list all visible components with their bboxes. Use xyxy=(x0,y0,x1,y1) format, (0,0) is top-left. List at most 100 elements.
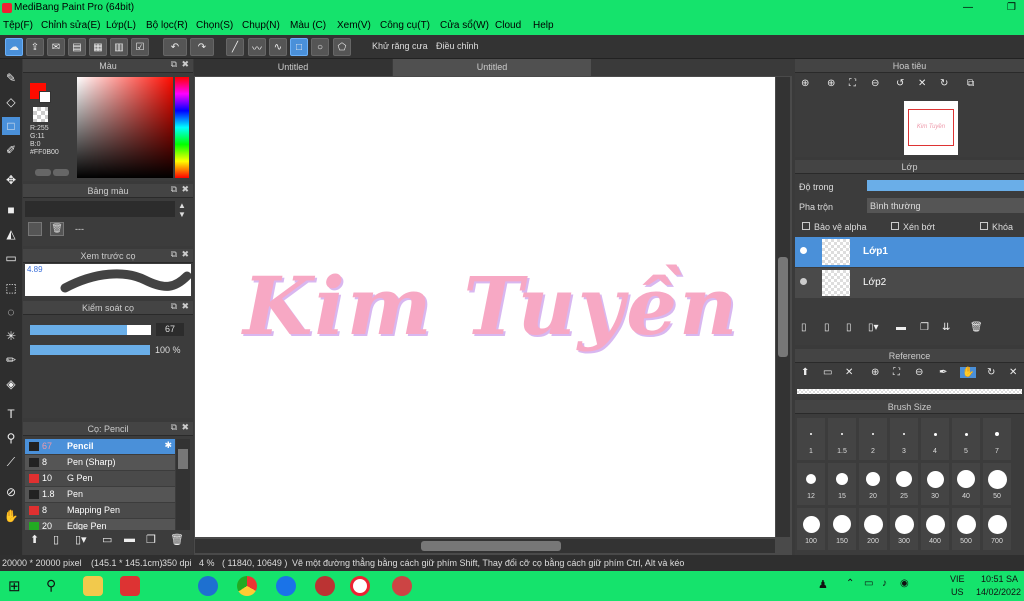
visibility-icon[interactable] xyxy=(800,278,807,285)
brush-size-option[interactable]: 700 xyxy=(983,508,1011,550)
menu-window[interactable]: Cửa sổ(W) xyxy=(440,20,489,31)
reset-icon[interactable]: ✕ xyxy=(918,78,926,89)
add-layer-menu-icon[interactable]: ▯▾ xyxy=(868,322,879,333)
rotate-icon[interactable]: ↻ xyxy=(987,367,995,378)
brush-tool-icon[interactable]: ✎ xyxy=(2,69,20,87)
background-color-swatch[interactable] xyxy=(39,91,51,103)
undock-icon[interactable]: ⧉ xyxy=(171,249,177,260)
menu-color[interactable]: Màu (C) xyxy=(290,20,326,31)
brush-size-option[interactable]: 300 xyxy=(890,508,918,550)
layer-row-lop1[interactable]: Lớp1 xyxy=(795,237,1024,267)
brush-size-option[interactable]: 20 xyxy=(859,463,887,505)
text-tool-icon[interactable]: T xyxy=(2,405,20,423)
close-icon[interactable]: ✖ xyxy=(181,301,189,312)
eyedropper-icon[interactable]: ✒ xyxy=(939,367,947,378)
gradient-tool-icon[interactable]: ▭ xyxy=(2,249,20,267)
brush-size-option[interactable]: 5 xyxy=(952,418,980,460)
brush-item[interactable]: 20 Edge Pen xyxy=(25,519,175,530)
document-icon[interactable]: ▦ xyxy=(89,38,107,56)
upload-icon[interactable]: ⇪ xyxy=(26,38,44,56)
brush-size-option[interactable]: 40 xyxy=(952,463,980,505)
vertical-scrollbar[interactable] xyxy=(776,77,790,537)
file-explorer-icon[interactable] xyxy=(83,576,103,596)
curve-icon[interactable]: ∿ xyxy=(269,38,287,56)
brush-size-option[interactable]: 100 xyxy=(797,508,825,550)
undock-icon[interactable]: ⧉ xyxy=(171,422,177,433)
brush-size-option[interactable]: 150 xyxy=(828,508,856,550)
grid-icon[interactable]: ▥ xyxy=(110,38,128,56)
lock-checkbox[interactable] xyxy=(980,222,988,230)
new-layer-icon[interactable]: ▯ xyxy=(801,322,807,333)
close-icon[interactable]: ✕ xyxy=(845,367,853,378)
new-8bit-layer-icon[interactable]: ▯ xyxy=(846,322,852,333)
hand-icon[interactable]: ✋ xyxy=(960,367,977,378)
horizontal-scrollbar[interactable] xyxy=(195,539,775,553)
merge-layer-icon[interactable]: ⇊ xyxy=(942,322,950,333)
zalo-icon[interactable] xyxy=(276,576,296,596)
fit-icon[interactable]: ⛶ xyxy=(893,367,900,378)
edge-icon[interactable] xyxy=(198,576,218,596)
menu-edit[interactable]: Chỉnh sửa(E) xyxy=(41,20,101,31)
fill-rect-tool-icon[interactable]: ■ xyxy=(2,201,20,219)
comment-icon[interactable]: ✉ xyxy=(47,38,65,56)
layer-opacity-slider[interactable] xyxy=(867,180,1024,191)
chrome-icon[interactable] xyxy=(237,576,257,596)
brush-size-option[interactable]: 200 xyxy=(859,508,887,550)
brush-size-value[interactable]: 67 xyxy=(156,323,184,336)
cloud-icon[interactable]: ☁ xyxy=(5,38,23,56)
tab-untitled-1[interactable]: Untitled xyxy=(194,59,392,76)
brush-size-option[interactable]: 2 xyxy=(859,418,887,460)
zoom-out-icon[interactable]: ⊖ xyxy=(871,78,879,89)
import-brush-icon[interactable]: ▭ xyxy=(102,533,112,546)
color-mode-button-2[interactable] xyxy=(53,169,69,176)
canvas[interactable]: Kim Tuyền xyxy=(195,77,775,537)
browser-profile-icon[interactable] xyxy=(392,576,412,596)
menu-tools[interactable]: Công cụ(T) xyxy=(380,20,430,31)
line-icon[interactable]: ╱ xyxy=(226,38,244,56)
menu-select[interactable]: Chọn(S) xyxy=(196,20,233,31)
new-palette-icon[interactable] xyxy=(28,222,42,236)
flip-icon[interactable]: ⧉ xyxy=(967,78,974,89)
brush-size-option[interactable]: 25 xyxy=(890,463,918,505)
new-halftone-layer-icon[interactable]: ▯ xyxy=(824,322,830,333)
redo-icon[interactable]: ↷ xyxy=(190,38,214,56)
brush-item[interactable]: 67 Pencil ✱ xyxy=(25,439,175,454)
blend-mode-dropdown[interactable]: Bình thường xyxy=(867,198,1024,213)
brush-size-option[interactable]: 30 xyxy=(921,463,949,505)
delete-palette-icon[interactable]: 🗑 xyxy=(50,222,64,236)
brush-opacity-slider[interactable] xyxy=(30,345,150,355)
palette-dropdown[interactable] xyxy=(25,201,175,217)
hue-slider[interactable] xyxy=(175,77,189,178)
delete-layer-icon[interactable]: 🗑 xyxy=(970,322,983,333)
chat-icon[interactable]: ▤ xyxy=(68,38,86,56)
folder-icon[interactable]: ▬ xyxy=(896,322,906,333)
bucket-tool-icon[interactable]: ◭ xyxy=(2,225,20,243)
brush-item[interactable]: 8 Mapping Pen xyxy=(25,503,175,518)
duplicate-icon[interactable]: ❐ xyxy=(146,533,156,546)
close-icon[interactable]: ✖ xyxy=(181,249,189,260)
eraser-tool-icon[interactable]: ◇ xyxy=(2,93,20,111)
undock-icon[interactable]: ⧉ xyxy=(171,301,177,312)
add-brush-menu-icon[interactable]: ▯▾ xyxy=(75,533,87,546)
duplicate-layer-icon[interactable]: ❐ xyxy=(920,322,929,333)
palette-scroll-icon[interactable]: ▲ ▼ xyxy=(178,201,186,219)
brush-size-option[interactable]: 50 xyxy=(983,463,1011,505)
network-icon[interactable]: ◉ xyxy=(900,578,909,589)
operation-tool-icon[interactable]: ⚲ xyxy=(2,429,20,447)
eyedropper-icon[interactable]: ⊘ xyxy=(2,483,20,501)
polygon-icon[interactable]: ⬠ xyxy=(333,38,351,56)
zoom-out-icon[interactable]: ⊖ xyxy=(915,367,923,378)
shape-tool-icon[interactable]: □ xyxy=(2,117,20,135)
close-icon[interactable]: ✖ xyxy=(181,184,189,195)
zoom-in-icon[interactable]: ⊕ xyxy=(871,367,879,378)
color-mode-button[interactable] xyxy=(35,169,51,176)
rotate-left-icon[interactable]: ↺ xyxy=(896,78,904,89)
clipping-checkbox[interactable] xyxy=(891,222,899,230)
volume-icon[interactable]: ♪ xyxy=(882,578,887,589)
clock-time[interactable]: 10:51 SA xyxy=(981,574,1018,584)
minimize-button[interactable]: — xyxy=(963,2,973,13)
delete-brush-icon[interactable]: 🗑 xyxy=(170,533,184,546)
magic-wand-icon[interactable]: ✳ xyxy=(2,327,20,345)
menu-view[interactable]: Xem(V) xyxy=(337,20,371,31)
protect-alpha-checkbox[interactable] xyxy=(802,222,810,230)
